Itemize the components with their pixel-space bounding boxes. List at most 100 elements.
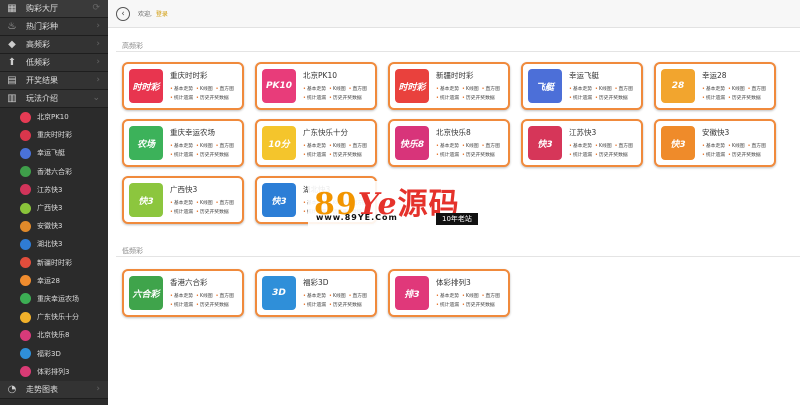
chart-link[interactable]: 统计遗漏 [170, 208, 193, 215]
chart-link[interactable]: 直方图 [216, 142, 233, 149]
chart-link[interactable]: 统计遗漏 [170, 301, 193, 308]
chart-link[interactable]: K线图 [462, 142, 479, 149]
sidebar-sub-item[interactable]: 幸运28 [0, 272, 108, 290]
chart-link[interactable]: 历史开奖数据 [728, 151, 761, 158]
chart-link[interactable]: K线图 [196, 199, 213, 206]
chart-link[interactable]: 基本走势 [436, 142, 459, 149]
sidebar-sub-item[interactable]: 香港六合彩 [0, 163, 108, 181]
chart-link[interactable]: 直方图 [482, 142, 499, 149]
chart-link[interactable]: 统计遗漏 [569, 151, 592, 158]
chart-link[interactable]: 统计遗漏 [303, 301, 326, 308]
sidebar-sub-item[interactable]: 体彩排列3 [0, 363, 108, 381]
chart-link[interactable]: 历史开奖数据 [329, 301, 362, 308]
sidebar-sub-item[interactable]: 福彩3D [0, 344, 108, 362]
chart-link[interactable]: 统计遗漏 [303, 151, 326, 158]
chart-link[interactable]: 历史开奖数据 [329, 94, 362, 101]
sidebar-sub-item[interactable]: 北京快乐8 [0, 326, 108, 344]
login-link[interactable]: 登录 [156, 9, 168, 18]
chart-link[interactable]: 基本走势 [303, 85, 326, 92]
lottery-card[interactable]: 3D 福彩3D 基本走势K线图直方图统计遗漏历史开奖数据 [255, 269, 377, 317]
chart-link[interactable]: 直方图 [349, 292, 366, 299]
chart-link[interactable]: 基本走势 [436, 85, 459, 92]
chart-link[interactable]: K线图 [196, 85, 213, 92]
chart-link[interactable]: 直方图 [482, 85, 499, 92]
chart-link[interactable]: K线图 [595, 85, 612, 92]
chart-link[interactable]: 基本走势 [436, 292, 459, 299]
chart-link[interactable]: 直方图 [349, 85, 366, 92]
lottery-card[interactable]: 农场重庆幸运农场基本走势K线图直方图统计遗漏历史开奖数据 [122, 119, 244, 167]
sidebar-sub-item[interactable]: 重庆时时彩 [0, 126, 108, 144]
chart-link[interactable]: 基本走势 [569, 85, 592, 92]
lottery-card[interactable]: 时时彩重庆时时彩基本走势K线图直方图统计遗漏历史开奖数据 [122, 62, 244, 110]
sidebar-menu-item[interactable]: ▥ 玩法介绍 ⌄ [0, 90, 108, 108]
sidebar-menu-item[interactable]: ▦ 购彩大厅 ⟳ [0, 0, 108, 18]
chart-link[interactable]: 直方图 [615, 85, 632, 92]
sidebar-menu-item[interactable]: ♨ 热门彩种 › [0, 18, 108, 36]
chart-link[interactable]: 基本走势 [569, 142, 592, 149]
lottery-card[interactable]: 快3 安徽快3 基本走势K线图直方图统计遗漏历史开奖数据 [654, 119, 776, 167]
chart-link[interactable]: K线图 [329, 85, 346, 92]
lottery-card[interactable]: 快乐8 北京快乐8 基本走势K线图直方图统计遗漏历史开奖数据 [388, 119, 510, 167]
chart-link[interactable]: 统计遗漏 [170, 151, 193, 158]
chart-link[interactable]: 历史开奖数据 [728, 94, 761, 101]
lottery-card[interactable]: 时时彩新疆时时彩基本走势K线图直方图统计遗漏历史开奖数据 [388, 62, 510, 110]
sidebar-sub-item[interactable]: 湖北快3 [0, 235, 108, 253]
chart-link[interactable]: 直方图 [748, 142, 765, 149]
chart-link[interactable]: 基本走势 [170, 292, 193, 299]
sidebar-menu-item[interactable]: ▤ 开奖结果 › [0, 72, 108, 90]
chart-link[interactable]: 历史开奖数据 [196, 94, 229, 101]
lottery-card[interactable]: 六合彩香港六合彩基本走势K线图直方图统计遗漏历史开奖数据 [122, 269, 244, 317]
chart-link[interactable]: 统计遗漏 [702, 94, 725, 101]
sidebar-menu-item[interactable]: ◆ 高频彩 › [0, 36, 108, 54]
chart-link[interactable]: 基本走势 [303, 292, 326, 299]
chart-link[interactable]: 统计遗漏 [569, 94, 592, 101]
chart-link[interactable]: 直方图 [482, 292, 499, 299]
lottery-card[interactable]: 快3 广西快3 基本走势K线图直方图统计遗漏历史开奖数据 [122, 176, 244, 224]
chart-link[interactable]: K线图 [329, 292, 346, 299]
chart-link[interactable]: 统计遗漏 [436, 94, 459, 101]
lottery-card[interactable]: 飞艇幸运飞艇基本走势K线图直方图统计遗漏历史开奖数据 [521, 62, 643, 110]
lottery-card[interactable]: 28 幸运28 基本走势K线图直方图统计遗漏历史开奖数据 [654, 62, 776, 110]
back-icon[interactable]: ‹ [116, 6, 130, 21]
chart-link[interactable]: K线图 [728, 85, 745, 92]
chart-link[interactable]: 统计遗漏 [702, 151, 725, 158]
sidebar-sub-item[interactable]: 新疆时时彩 [0, 254, 108, 272]
sidebar-sub-item[interactable]: 幸运飞艇 [0, 144, 108, 162]
chart-link[interactable]: 基本走势 [303, 142, 326, 149]
chart-link[interactable]: 统计遗漏 [303, 94, 326, 101]
chart-link[interactable]: 直方图 [216, 292, 233, 299]
chart-link[interactable]: 历史开奖数据 [595, 151, 628, 158]
chart-link[interactable]: 历史开奖数据 [462, 301, 495, 308]
chart-link[interactable]: 直方图 [748, 85, 765, 92]
lottery-card[interactable]: 快3 江苏快3 基本走势K线图直方图统计遗漏历史开奖数据 [521, 119, 643, 167]
chart-link[interactable]: K线图 [196, 292, 213, 299]
sidebar-sub-item[interactable]: 广东快乐十分 [0, 308, 108, 326]
lottery-card[interactable]: PK10 北京PK10 基本走势K线图直方图统计遗漏历史开奖数据 [255, 62, 377, 110]
chart-link[interactable]: K线图 [462, 292, 479, 299]
chart-link[interactable]: 基本走势 [170, 199, 193, 206]
chart-link[interactable]: K线图 [462, 85, 479, 92]
sidebar-sub-item[interactable]: 江苏快3 [0, 181, 108, 199]
sidebar-menu-item[interactable]: ◔ 走势图表 › [0, 380, 108, 399]
chart-link[interactable]: K线图 [595, 142, 612, 149]
chart-link[interactable]: K线图 [329, 142, 346, 149]
chart-link[interactable]: K线图 [728, 142, 745, 149]
chart-link[interactable]: 历史开奖数据 [196, 151, 229, 158]
sidebar-sub-item[interactable]: 安徽快3 [0, 217, 108, 235]
chart-link[interactable]: 基本走势 [170, 85, 193, 92]
chart-link[interactable]: 基本走势 [170, 142, 193, 149]
sidebar-sub-item[interactable]: 重庆幸运农场 [0, 290, 108, 308]
chart-link[interactable]: 基本走势 [702, 142, 725, 149]
sidebar-sub-item[interactable]: 广西快3 [0, 199, 108, 217]
chart-link[interactable]: 直方图 [349, 142, 366, 149]
chart-link[interactable]: 统计遗漏 [170, 94, 193, 101]
chart-link[interactable]: 直方图 [615, 142, 632, 149]
chart-link[interactable]: 历史开奖数据 [329, 151, 362, 158]
chart-link[interactable]: 历史开奖数据 [462, 94, 495, 101]
chart-link[interactable]: 直方图 [216, 199, 233, 206]
chart-link[interactable]: 统计遗漏 [436, 301, 459, 308]
chart-link[interactable]: 历史开奖数据 [196, 208, 229, 215]
chart-link[interactable]: K线图 [196, 142, 213, 149]
chart-link[interactable]: 历史开奖数据 [196, 301, 229, 308]
chart-link[interactable]: 历史开奖数据 [595, 94, 628, 101]
